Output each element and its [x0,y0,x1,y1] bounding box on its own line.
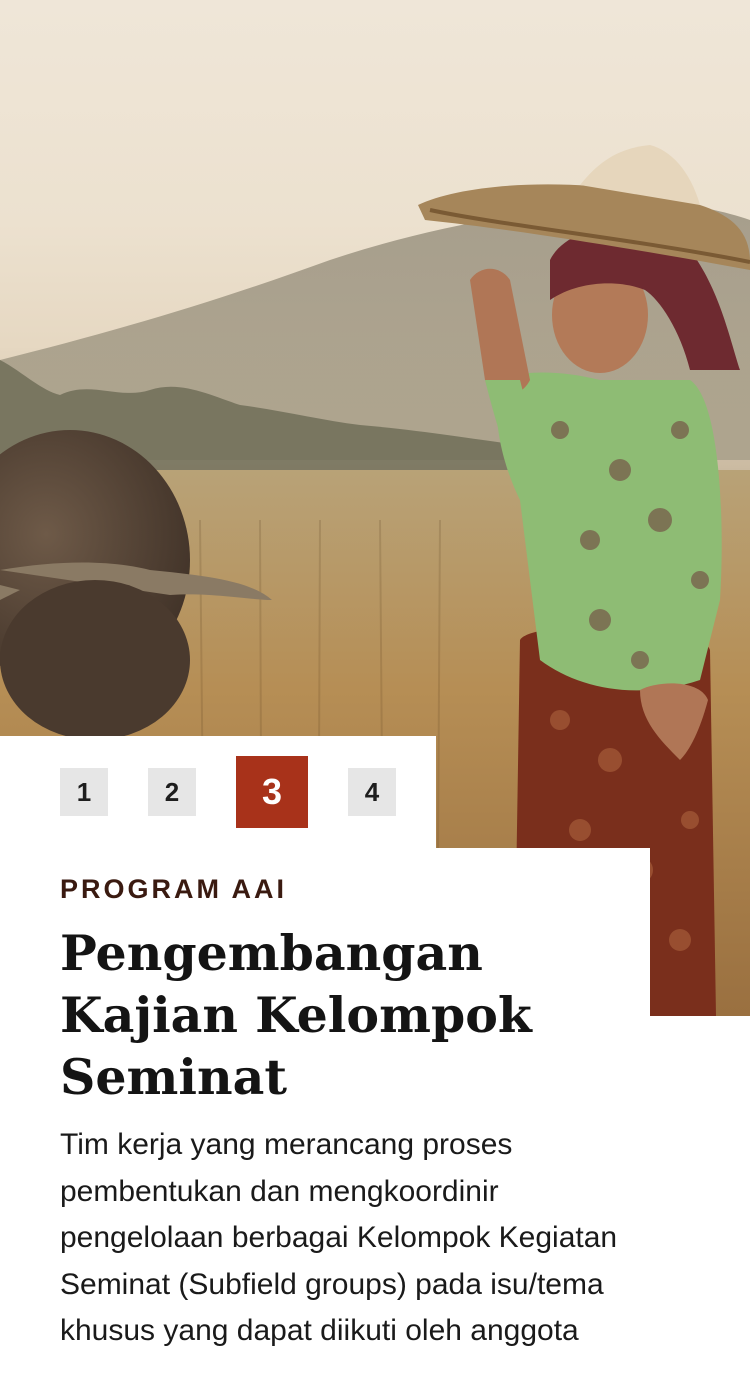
pagination: 1 2 3 4 [60,756,396,828]
pager-card: 1 2 3 4 [0,736,436,850]
page-1-button[interactable]: 1 [60,768,108,816]
page-4-button[interactable]: 4 [348,768,396,816]
article-description: Tim kerja yang merancang proses pembentu… [60,1128,618,1347]
page-2-button[interactable]: 2 [148,768,196,816]
article-title: Pengembangan Kajian Kelompok Seminat [60,924,532,1106]
page-3-button-active[interactable]: 3 [236,756,308,828]
program-label: PROGRAM AAI [60,874,287,904]
